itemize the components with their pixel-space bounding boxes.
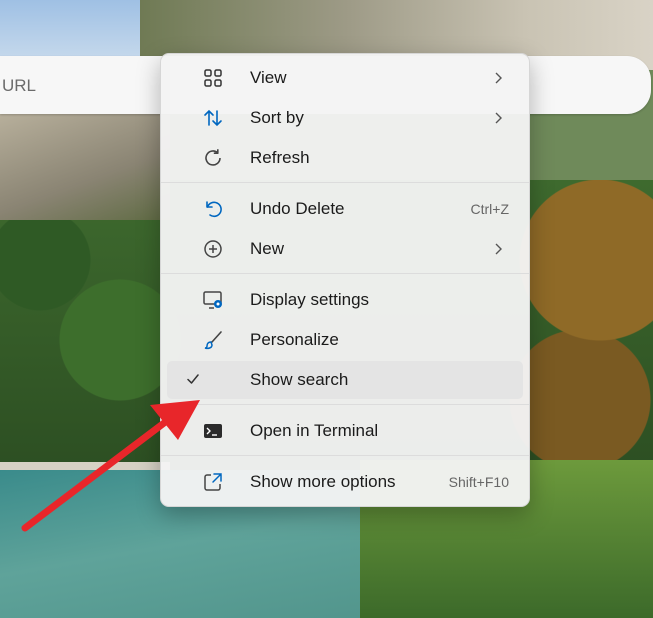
menu-separator	[161, 273, 529, 274]
wallpaper-left-cliff	[0, 110, 170, 220]
menu-item-label: Refresh	[250, 148, 310, 167]
display-settings-icon	[202, 289, 224, 311]
paintbrush-icon	[202, 329, 224, 351]
menu-item-label: Show search	[250, 370, 349, 389]
address-bar-placeholder: URL	[2, 76, 37, 95]
sort-arrows-icon	[202, 107, 224, 129]
menu-separator	[161, 455, 529, 456]
keyboard-shortcut: Shift+F10	[448, 474, 509, 490]
menu-item-label: Open in Terminal	[250, 421, 379, 440]
menu-item-label: Undo Delete	[250, 199, 345, 218]
keyboard-shortcut: Ctrl+Z	[470, 201, 510, 217]
menu-item-open-in-terminal[interactable]: Open in Terminal	[167, 412, 523, 450]
menu-item-show-more-options[interactable]: Show more options Shift+F10	[167, 463, 523, 501]
menu-item-undo-delete[interactable]: Undo Delete Ctrl+Z	[167, 190, 523, 228]
menu-item-label: Show more options	[250, 472, 396, 491]
chevron-right-icon	[491, 240, 505, 258]
chevron-right-icon	[491, 109, 505, 127]
menu-separator	[161, 182, 529, 183]
menu-item-refresh[interactable]: Refresh	[167, 139, 523, 177]
menu-item-sort-by[interactable]: Sort by	[167, 99, 523, 137]
menu-item-label: New	[250, 239, 285, 258]
menu-item-display-settings[interactable]: Display settings	[167, 281, 523, 319]
menu-item-personalize[interactable]: Personalize	[167, 321, 523, 359]
desktop-context-menu: View Sort by Refresh Undo Delete Ctrl+Z	[160, 53, 530, 507]
menu-item-new[interactable]: New	[167, 230, 523, 268]
refresh-icon	[202, 147, 224, 169]
undo-icon	[202, 198, 224, 220]
menu-item-label: Display settings	[250, 290, 370, 309]
checkmark-icon	[185, 371, 201, 387]
menu-item-show-search[interactable]: Show search	[167, 361, 523, 399]
menu-item-label: View	[250, 68, 287, 87]
grid-icon	[202, 67, 224, 89]
menu-item-label: Sort by	[250, 108, 304, 127]
plus-circle-icon	[202, 238, 224, 260]
menu-item-view[interactable]: View	[167, 59, 523, 97]
menu-separator	[161, 404, 529, 405]
menu-item-label: Personalize	[250, 330, 339, 349]
terminal-icon	[202, 420, 224, 442]
chevron-right-icon	[491, 69, 505, 87]
external-link-icon	[202, 471, 224, 493]
